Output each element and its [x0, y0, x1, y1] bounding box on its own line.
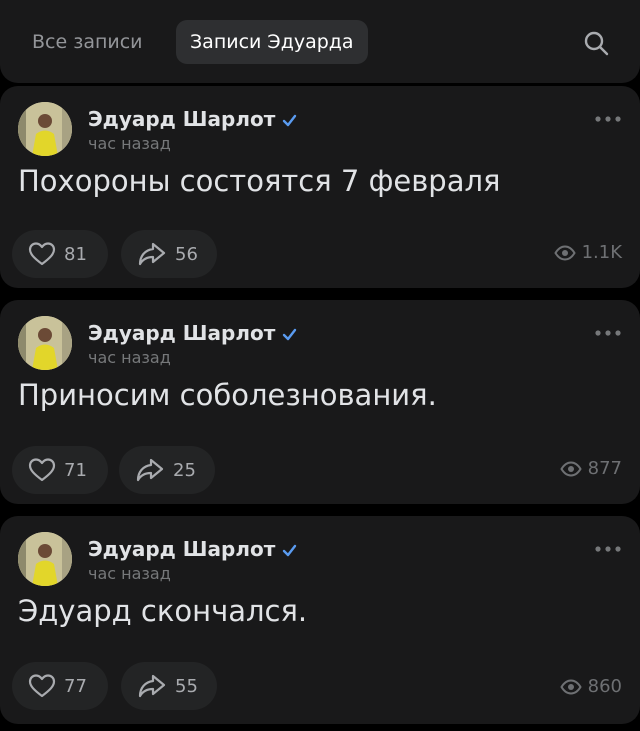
like-count: 71	[64, 459, 87, 481]
author-name[interactable]: Эдуард Шарлот	[88, 321, 298, 345]
more-options-icon[interactable]	[594, 544, 622, 554]
avatar[interactable]	[18, 102, 72, 156]
views-counter: 877	[559, 458, 622, 479]
views-counter: 860	[559, 676, 622, 697]
heart-icon	[28, 458, 56, 482]
avatar-photo	[18, 316, 72, 370]
post-text: Похороны состоятся 7 февраля	[18, 164, 501, 198]
avatar-photo	[18, 102, 72, 156]
share-icon	[136, 458, 164, 482]
views-counter: 1.1K	[553, 242, 622, 263]
search-icon[interactable]	[582, 29, 610, 57]
author-name[interactable]: Эдуард Шарлот	[88, 537, 298, 561]
post-card: Эдуард Шарлот час назад Похороны состоят…	[0, 86, 640, 288]
share-icon	[138, 242, 166, 266]
like-button[interactable]: 71	[12, 446, 108, 494]
post-time: час назад	[88, 564, 171, 583]
heart-icon	[28, 242, 56, 266]
eye-icon	[559, 460, 582, 477]
author-name[interactable]: Эдуард Шарлот	[88, 107, 298, 131]
more-options-icon[interactable]	[594, 328, 622, 338]
heart-icon	[28, 674, 56, 698]
verified-check-icon	[283, 544, 297, 557]
share-count: 56	[175, 243, 198, 265]
verified-check-icon	[283, 114, 297, 127]
eye-icon	[559, 678, 582, 695]
share-button[interactable]: 56	[121, 230, 217, 278]
more-options-icon[interactable]	[594, 114, 622, 124]
share-count: 25	[173, 459, 196, 481]
avatar-photo	[18, 532, 72, 586]
share-button[interactable]: 25	[119, 446, 215, 494]
post-text: Приносим соболезнования.	[18, 378, 437, 412]
post-time: час назад	[88, 134, 171, 153]
share-icon	[138, 674, 166, 698]
post-card: Эдуард Шарлот час назад Приносим соболез…	[0, 300, 640, 504]
like-count: 81	[64, 243, 87, 265]
like-button[interactable]: 81	[12, 230, 108, 278]
tab-all-posts[interactable]: Все записи	[18, 20, 157, 64]
like-button[interactable]: 77	[12, 662, 108, 710]
avatar[interactable]	[18, 316, 72, 370]
share-count: 55	[175, 675, 198, 697]
share-button[interactable]: 55	[121, 662, 217, 710]
tab-eduard-posts[interactable]: Записи Эдуарда	[176, 20, 368, 64]
avatar[interactable]	[18, 532, 72, 586]
verified-check-icon	[283, 328, 297, 341]
like-count: 77	[64, 675, 87, 697]
post-time: час назад	[88, 348, 171, 367]
eye-icon	[553, 244, 576, 261]
post-text: Эдуард скончался.	[18, 594, 308, 628]
post-card: Эдуард Шарлот час назад Эдуард скончался…	[0, 516, 640, 724]
tabs-bar: Все записи Записи Эдуарда	[0, 0, 640, 83]
